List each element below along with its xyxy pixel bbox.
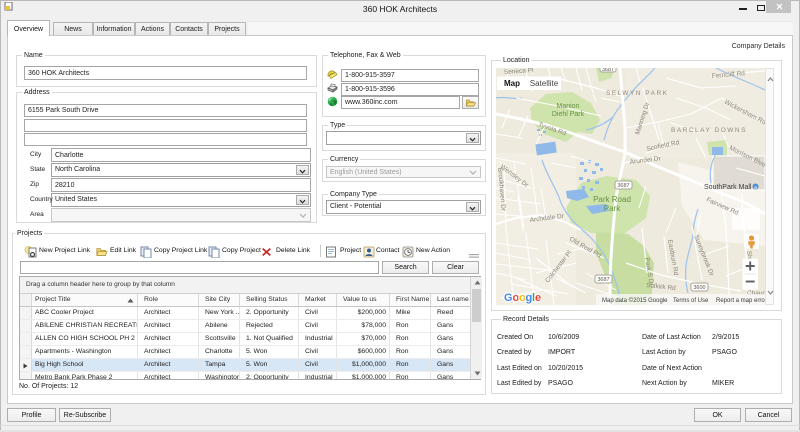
svg-text:Map data ©2015 Google: Map data ©2015 Google [602, 297, 668, 304]
svg-text:BARCLAY DOWNS: BARCLAY DOWNS [671, 127, 747, 134]
svg-text:SELWYN PARK: SELWYN PARK [606, 90, 669, 97]
svg-text:Park Road: Park Road [593, 195, 631, 204]
svg-text:Park: Park [604, 204, 621, 213]
svg-text:Map: Map [504, 79, 520, 88]
svg-text:SouthPark Mall: SouthPark Mall [704, 184, 752, 191]
svg-text:e: e [535, 292, 541, 304]
svg-text:3687: 3687 [597, 277, 609, 283]
svg-text:3687: 3687 [602, 68, 614, 73]
svg-text:Terms of Use: Terms of Use [673, 298, 709, 304]
svg-text:3687: 3687 [617, 183, 629, 189]
svg-text:Manion: Manion [557, 103, 580, 110]
svg-text:Report a map error: Report a map error [716, 298, 765, 304]
svg-text:G: G [504, 292, 513, 304]
svg-text:Satellite: Satellite [530, 79, 559, 88]
svg-text:Seneca Pl: Seneca Pl [504, 68, 535, 76]
svg-text:Diehl Park: Diehl Park [552, 111, 585, 118]
svg-text:3600: 3600 [693, 285, 705, 291]
svg-text:a: a [754, 185, 757, 191]
